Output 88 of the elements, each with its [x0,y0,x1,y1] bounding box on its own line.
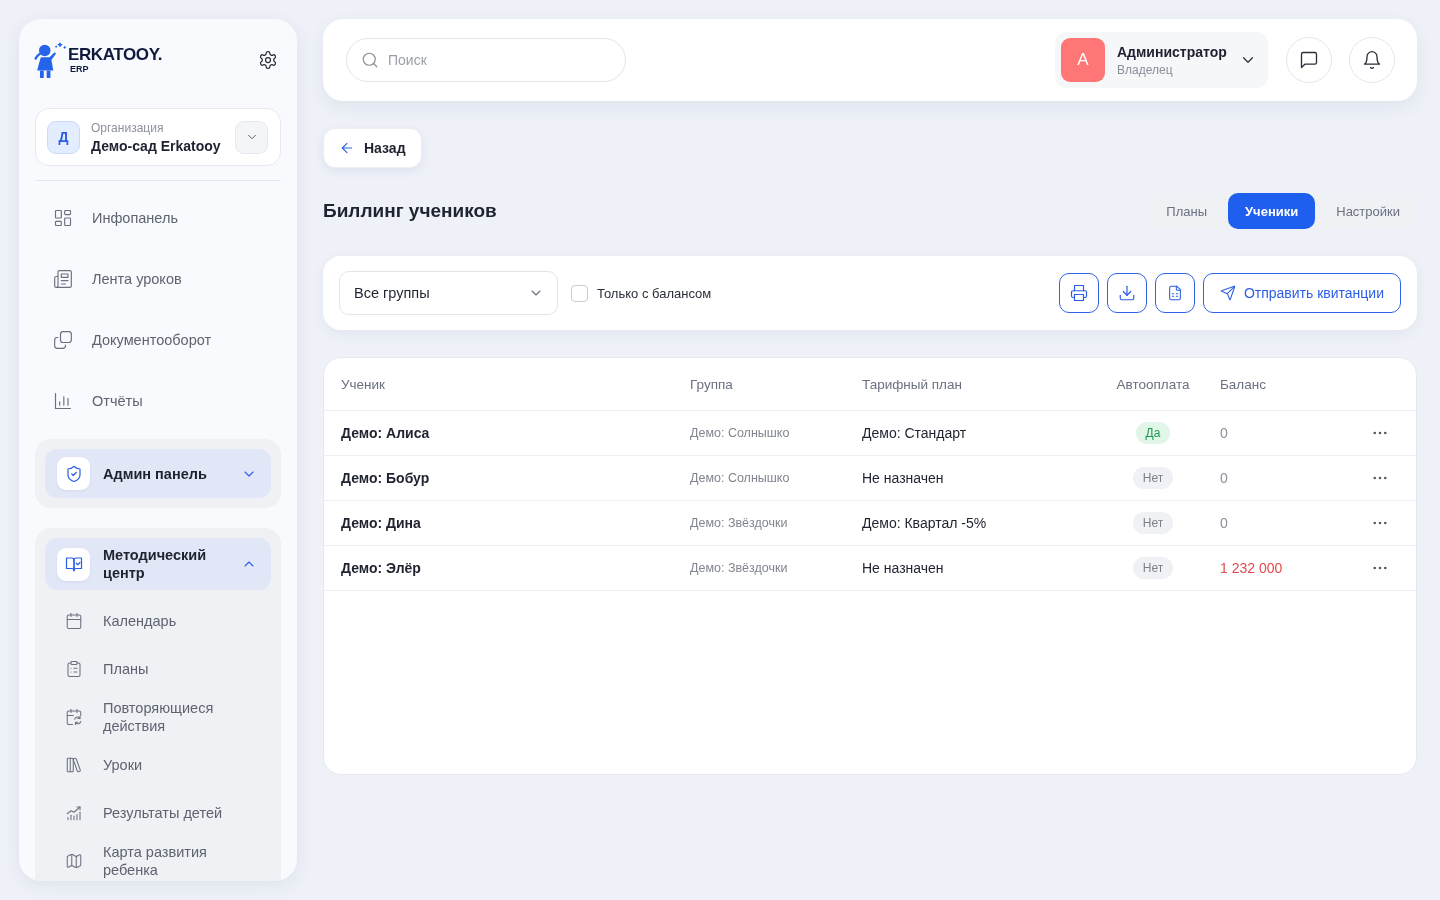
bar-chart-icon [53,390,73,411]
user-menu[interactable]: А Администратор Владелец [1055,32,1268,88]
user-avatar: А [1061,38,1105,82]
table-cell-text: Демо: Стандарт [862,425,968,441]
logo-subtitle: ERP [70,65,90,74]
book-check-icon [57,547,90,581]
bell-icon [1362,50,1382,70]
autopay-badge: Нет [1132,557,1174,579]
dashboard-grid-icon [53,207,73,228]
balance-cell: 1 232 000 [1220,560,1283,576]
spreadsheet-icon [1166,285,1183,301]
checkbox-label[interactable]: Только с балансом [597,285,712,301]
chat-bubble-icon [1299,50,1319,70]
sidebar-group-header[interactable]: Методический центр [45,538,271,590]
page-title: Биллинг учеников [323,200,497,222]
send-receipts-button[interactable]: Отправить квитанции [1202,273,1401,313]
tab[interactable]: Планы [1149,193,1225,229]
group-select[interactable]: Все группы [339,271,558,315]
download-icon [1117,284,1136,302]
map-icon [65,852,83,870]
printer-icon [1069,284,1088,302]
table-cell-text: Не назначен [862,470,945,486]
more-icon[interactable] [1373,476,1387,480]
sidebar-subitem[interactable]: Карта развития ребенка [45,837,271,881]
column-header: Группа [690,376,734,392]
books-icon [65,756,83,774]
calendar-repeat-icon [65,708,83,726]
column-header: Автооплата [1115,376,1191,392]
sidebar-subitem[interactable]: Уроки [45,741,271,789]
table-cell-text: Демо: Солнышко [690,426,791,440]
tab[interactable]: Настройки [1319,193,1417,229]
growth-chart-icon [65,804,83,822]
search-field[interactable]: Поиск [346,38,626,82]
table-cell-text: Демо: Квартал -5% [862,515,988,531]
sidebar-group-header[interactable]: Админ панель [45,449,271,498]
student-name: Демо: Элёр [341,560,422,576]
autopay-badge: Да [1135,422,1171,444]
user-name: Администратор [1117,43,1227,60]
column-header: Ученик [341,376,387,392]
checkbox[interactable] [571,284,588,302]
student-name: Демо: Дина [341,515,422,531]
clipboard-icon [65,660,83,678]
organization-name: Демо-сад Erkatooy [91,137,222,154]
spreadsheet-button[interactable] [1154,273,1195,313]
column-header: Тарифный план [862,376,963,392]
user-role: Владелец [1117,62,1174,77]
tab[interactable]: Ученики [1228,193,1316,229]
student-name: Демо: Алиса [341,425,431,441]
child-figure-icon [33,40,66,80]
shield-check-icon [57,457,90,490]
download-button[interactable] [1106,273,1147,313]
balance-cell: 0 [1220,515,1228,531]
back-button[interactable]: Назад [323,128,422,168]
sidebar-item[interactable]: Лента уроков [35,248,281,309]
table-cell-text: Демо: Звёздочки [690,561,789,575]
settings-icon[interactable] [258,50,278,70]
newspaper-icon [53,268,73,289]
documents-icon [53,329,73,350]
table-cell-text: Демо: Звёздочки [690,516,789,530]
logo-wordmark: ERKATOOY. [68,46,162,63]
sidebar-subitem[interactable]: Повторяющиеся действия [45,693,271,741]
sidebar-subitem[interactable]: Планы [45,645,271,693]
sidebar-item[interactable]: Инфопанель [35,187,281,248]
organization-label: Организация [91,120,165,135]
more-icon[interactable] [1373,431,1387,435]
send-icon [1219,285,1236,301]
calendar-icon [65,612,83,630]
organization-card[interactable]: Д Организация Демо-сад Erkatooy [35,108,281,166]
student-name: Демо: Бобур [341,470,431,486]
search-icon [361,51,379,69]
more-icon[interactable] [1373,566,1387,570]
organization-avatar: Д [47,120,80,154]
sidebar-subitem[interactable]: Календарь [45,597,271,645]
sidebar-subitem[interactable]: Результаты детей [45,789,271,837]
sidebar-item[interactable]: Документооборот [35,309,281,370]
autopay-badge: Нет [1132,467,1174,489]
print-button[interactable] [1058,273,1099,313]
arrow-left-icon [339,140,355,156]
balance-cell: 0 [1220,470,1228,486]
autopay-badge: Нет [1132,512,1174,534]
table-cell-text: Не назначен [862,560,945,576]
column-header: Баланс [1219,376,1267,392]
notifications-button[interactable] [1349,37,1395,83]
messages-button[interactable] [1286,37,1332,83]
more-icon[interactable] [1373,521,1387,525]
sidebar-item[interactable]: Отчёты [35,370,281,431]
balance-cell: 0 [1220,425,1228,441]
table-cell-text: Демо: Солнышко [690,471,791,485]
